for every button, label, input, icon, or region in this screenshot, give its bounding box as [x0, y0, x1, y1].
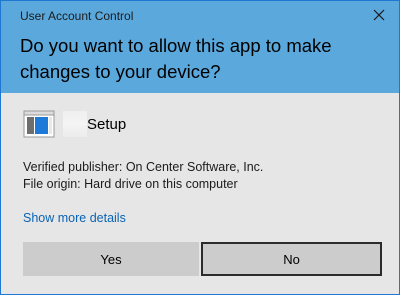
window-title: User Account Control — [20, 9, 134, 23]
redacted-app-name — [63, 111, 87, 137]
close-button[interactable] — [367, 4, 391, 26]
window-app-icon — [23, 110, 55, 138]
no-button[interactable]: No — [201, 242, 382, 276]
show-more-details-link[interactable]: Show more details — [23, 211, 126, 225]
dialog-header: User Account Control Do you want to allo… — [1, 1, 399, 93]
app-name: Setup — [87, 115, 127, 133]
app-info-row: Setup — [23, 110, 126, 138]
file-origin: File origin: Hard drive on this computer — [23, 177, 238, 191]
close-icon — [373, 9, 385, 21]
uac-dialog: User Account Control Do you want to allo… — [0, 0, 400, 295]
yes-button[interactable]: Yes — [23, 242, 199, 276]
verified-publisher: Verified publisher: On Center Software, … — [23, 160, 264, 174]
prompt-question: Do you want to allow this app to make ch… — [20, 35, 332, 82]
